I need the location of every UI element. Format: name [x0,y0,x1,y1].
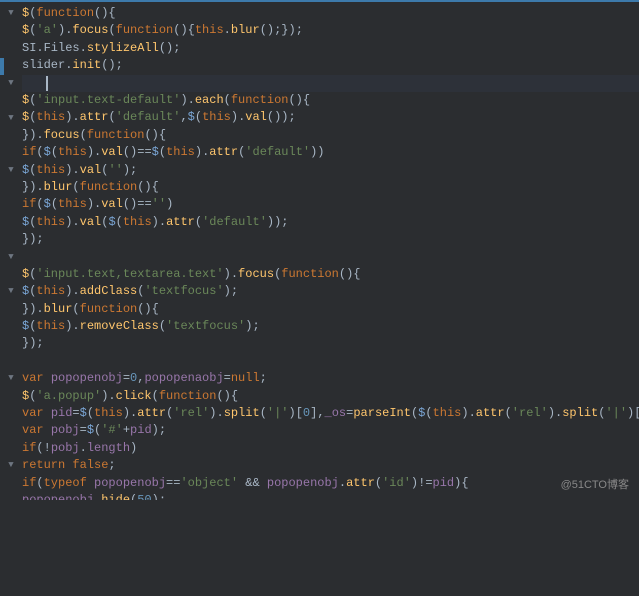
fold-marker [0,196,22,213]
code-line[interactable]: $('input.text,textarea.text').focus(func… [22,266,639,283]
fold-marker [0,179,22,196]
fold-marker[interactable]: ▼ [0,5,22,22]
fold-marker[interactable]: ▼ [0,457,22,474]
code-line[interactable]: $('input.text-default').each(function(){ [22,92,639,109]
fold-marker [0,127,22,144]
code-line[interactable]: slider.init(); [22,57,639,74]
code-line[interactable]: $(this).val($(this).attr('default')); [22,214,639,231]
code-line[interactable]: popopenobj.hide(50); [22,492,639,500]
code-line[interactable]: }); [22,335,639,352]
code-line[interactable]: var pid=$(this).attr('rel').split('|')[0… [22,405,639,422]
code-line[interactable]: if(typeof popopenobj=='object' && popope… [22,475,639,492]
fold-marker [0,353,22,370]
code-line[interactable]: SI.Files.stylizeAll(); [22,40,639,57]
fold-marker [0,509,22,526]
code-line[interactable]: }).blur(function(){ [22,301,639,318]
fold-marker [0,405,22,422]
code-line[interactable]: if($(this).val()==$(this).attr('default'… [22,144,639,161]
fold-marker [0,301,22,318]
code-line[interactable]: $(this).addClass('textfocus'); [22,283,639,300]
code-line[interactable] [22,248,639,265]
fold-marker [0,475,22,492]
fold-marker [0,422,22,439]
watermark: @51CTO博客 [561,478,629,494]
fold-marker [0,40,22,57]
code-area[interactable]: $(function(){ $('a').focus(function(){th… [22,2,639,500]
fold-marker [0,335,22,352]
fold-marker[interactable]: ▼ [0,109,22,126]
editor-body: ▼ ▼ ▼ ▼ ▼ ▼ ▼ ▼ $(function(){ $('a').focus(func… [0,2,639,500]
fold-marker [0,266,22,283]
fold-marker [0,22,22,39]
fold-marker [0,562,22,579]
fold-marker[interactable]: ▼ [0,162,22,179]
code-line[interactable] [22,353,639,370]
fold-marker [0,492,22,509]
text-cursor [46,76,48,91]
fold-marker[interactable]: ▼ [0,75,22,92]
code-line[interactable]: $('a.popup').click(function(){ [22,388,639,405]
code-line[interactable]: }); [22,231,639,248]
fold-marker[interactable]: ▼ [0,370,22,387]
code-line[interactable]: if($(this).val()=='') [22,196,639,213]
code-line[interactable]: $(function(){ [22,5,639,22]
code-line[interactable]: $('a').focus(function(){this.blur();}); [22,22,639,39]
fold-marker [0,388,22,405]
code-line[interactable]: }).focus(function(){ [22,127,639,144]
selection-marker [0,58,4,75]
fold-marker [0,214,22,231]
fold-marker [0,92,22,109]
fold-marker [0,440,22,457]
fold-marker [0,527,22,544]
code-line[interactable]: var popopenobj=0,popopenaobj=null; [22,370,639,387]
fold-marker[interactable]: ▼ [0,283,22,300]
fold-marker [0,579,22,596]
code-line[interactable]: }).blur(function(){ [22,179,639,196]
fold-marker [0,231,22,248]
code-line[interactable]: $(this).removeClass('textfocus'); [22,318,639,335]
code-line[interactable]: $(this).val(''); [22,162,639,179]
fold-marker[interactable]: ▼ [0,248,22,265]
fold-marker [0,318,22,335]
fold-marker [0,144,22,161]
code-line[interactable]: if(!pobj.length) [22,440,639,457]
code-line[interactable]: return false; [22,457,639,474]
code-line[interactable]: $(this).attr('default',$(this).val()); [22,109,639,126]
fold-marker [0,544,22,561]
fold-gutter[interactable]: ▼ ▼ ▼ ▼ ▼ ▼ ▼ ▼ [0,2,22,500]
code-line[interactable] [22,75,639,92]
code-line[interactable]: var pobj=$('#'+pid); [22,422,639,439]
